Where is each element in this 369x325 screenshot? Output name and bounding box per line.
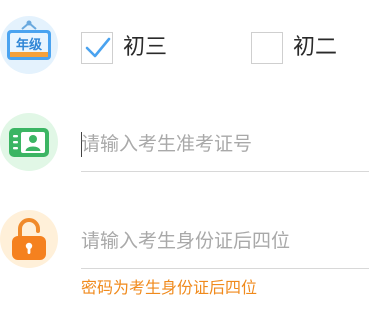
password-underline [81, 268, 369, 269]
grade-selector: 初三 初二 [81, 30, 369, 66]
checkbox-chusan[interactable] [81, 32, 113, 64]
id-card-icon [9, 128, 49, 157]
password-input[interactable] [81, 221, 369, 261]
exam-id-icon-circle [0, 113, 58, 171]
password-icon-circle [0, 210, 58, 268]
grade-badge-icon: 年级 [7, 20, 51, 60]
checkbox-chuer[interactable] [251, 32, 283, 64]
checkmark-icon [85, 37, 111, 58]
grade-icon-circle: 年级 [0, 16, 58, 74]
password-hint: 密码为考生身份证后四位 [81, 278, 258, 297]
exam-number-underline [81, 171, 369, 172]
grade-option-chuer[interactable]: 初二 [251, 30, 337, 66]
svg-text:年级: 年级 [16, 37, 43, 53]
padlock-icon [12, 218, 46, 260]
grade-label-chuer: 初二 [293, 35, 338, 60]
grade-option-chusan[interactable]: 初三 [81, 30, 167, 66]
exam-number-input[interactable] [81, 124, 369, 164]
grade-label-chusan: 初三 [123, 35, 168, 60]
